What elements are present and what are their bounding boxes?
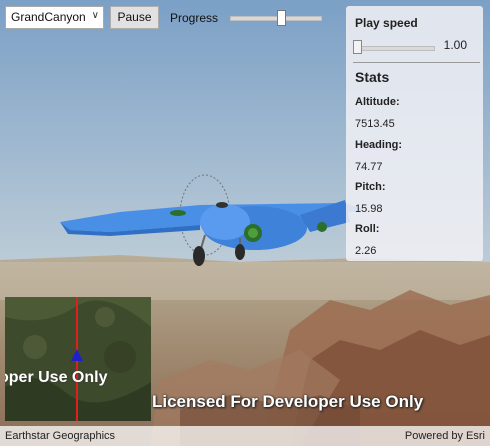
powered-by-esri[interactable]: Powered by Esri (405, 430, 485, 442)
pitch-value: 15.98 (355, 203, 383, 215)
attribution-text[interactable]: Earthstar Geographics (5, 430, 115, 442)
developer-watermark: Licensed For Developer Use Only (152, 392, 424, 411)
minimap[interactable]: oper Use Only (5, 297, 151, 421)
play-speed-label: Play speed (355, 16, 418, 30)
altitude-label: Altitude: (355, 96, 400, 108)
play-speed-slider-thumb[interactable] (352, 40, 362, 54)
chevron-down-icon: ∨ (91, 10, 99, 21)
minimap-watermark: oper Use Only (5, 369, 108, 386)
stats-panel: Play speed 1.00 Stats Altitude: 7513.45 … (346, 6, 483, 261)
progress-slider-thumb[interactable] (276, 10, 286, 26)
altitude-value: 7513.45 (355, 118, 395, 130)
play-speed-value: 1.00 (443, 38, 467, 52)
play-speed-slider-track (355, 46, 435, 51)
pitch-label: Pitch: (355, 181, 386, 193)
heading-label: Heading: (355, 139, 403, 151)
progress-label: Progress (170, 11, 219, 25)
attribution-bar: Earthstar Geographics Powered by Esri (0, 426, 490, 446)
roll-value: 2.26 (355, 245, 377, 257)
stats-title: Stats (355, 69, 390, 85)
divider (353, 62, 480, 63)
progress-slider[interactable] (230, 10, 322, 26)
roll-label: Roll: (355, 223, 380, 235)
flight-select-value: GrandCanyon (11, 10, 86, 24)
pause-button[interactable]: Pause (110, 6, 159, 29)
play-speed-slider[interactable] (352, 40, 435, 56)
flight-select[interactable]: GrandCanyon ∨ (5, 6, 104, 29)
heading-value: 74.77 (355, 161, 383, 173)
